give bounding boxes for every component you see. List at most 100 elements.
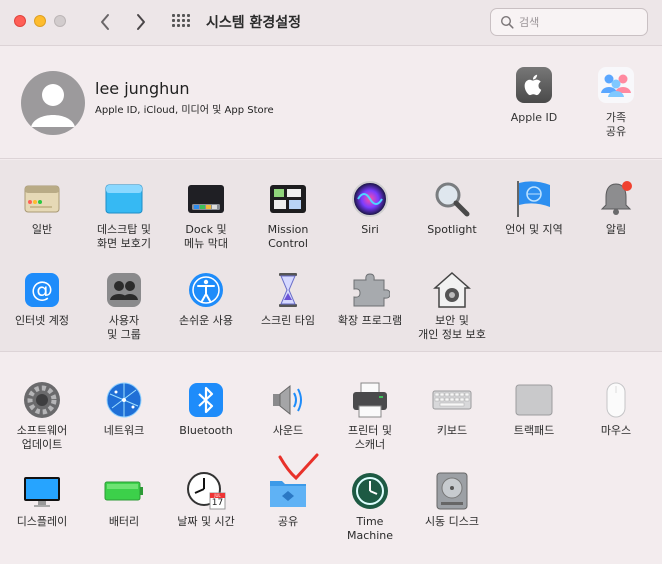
show-all-grid-button[interactable] [172, 14, 192, 30]
pref-trackpad[interactable]: 트랙패드 [494, 380, 574, 438]
pref-label: Mission Control [267, 223, 309, 250]
pref-label: 언어 및 지역 [505, 223, 563, 236]
users-icon [104, 270, 144, 310]
account-section: lee junghun Apple ID, iCloud, 미디어 및 App … [0, 47, 662, 159]
siri-icon [350, 179, 390, 219]
pref-label: 알림 [605, 223, 627, 236]
apple-id-button[interactable]: Apple ID [499, 67, 569, 125]
pref-startup-disk[interactable]: 시동 디스크 [412, 471, 492, 529]
pref-label: 사용자 및 그룹 [107, 314, 141, 341]
pref-general[interactable]: 일반 [2, 179, 82, 237]
pref-sound[interactable]: 사운드 [248, 380, 328, 438]
hourglass-icon [268, 270, 308, 310]
pref-label: Siri [361, 223, 379, 236]
pref-language-region[interactable]: 언어 및 지역 [494, 179, 574, 237]
personal-prefs-section: 일반 데스크탑 및 화면 보호기 Dock 및 메뉴 막대 Mission Co… [0, 160, 662, 352]
minimize-button[interactable] [34, 15, 46, 27]
pref-date-time[interactable]: JUL 17 날짜 및 시간 [166, 471, 246, 529]
red-check-annotation [278, 453, 319, 481]
family-sharing-button[interactable]: 가족 공유 [581, 67, 651, 139]
speaker-icon [268, 380, 308, 420]
pref-dock-menubar[interactable]: Dock 및 메뉴 막대 [166, 179, 246, 251]
pref-siri[interactable]: Siri [330, 179, 410, 237]
pref-mouse[interactable]: 마우스 [576, 380, 656, 438]
calendar-day: 17 [211, 498, 224, 508]
forward-button[interactable] [130, 10, 152, 34]
back-button[interactable] [94, 10, 116, 34]
pref-label: 키보드 [436, 424, 468, 437]
mission-control-icon [268, 179, 308, 219]
pref-security-privacy[interactable]: 보안 및 개인 정보 보호 [412, 270, 492, 342]
clock-calendar-icon: JUL 17 [186, 471, 226, 511]
pref-users-groups[interactable]: 사용자 및 그룹 [84, 270, 164, 342]
pref-label: Dock 및 메뉴 막대 [184, 223, 228, 250]
pref-bluetooth[interactable]: Bluetooth [166, 380, 246, 438]
network-globe-icon [104, 380, 144, 420]
pref-label: 스크린 타임 [260, 314, 316, 327]
pref-label: 인터넷 계정 [14, 314, 70, 327]
house-lock-icon [432, 270, 472, 310]
pref-printers-scanners[interactable]: 프린터 및 스캐너 [330, 380, 410, 452]
pref-label: 확장 프로그램 [337, 314, 403, 327]
account-subtitle: Apple ID, iCloud, 미디어 및 App Store [95, 105, 274, 116]
general-icon [22, 179, 62, 219]
pref-mission-control[interactable]: Mission Control [248, 179, 328, 251]
pref-label: 배터리 [108, 515, 140, 528]
gear-icon [22, 380, 62, 420]
family-sharing-icon [598, 67, 634, 103]
pref-label: 데스크탑 및 화면 보호기 [96, 223, 152, 250]
accessibility-icon [186, 270, 226, 310]
bell-icon [596, 179, 636, 219]
apple-id-label: Apple ID [510, 111, 558, 124]
pref-spotlight[interactable]: Spotlight [412, 179, 492, 237]
bluetooth-icon [186, 380, 226, 420]
pref-label: 프린터 및 스캐너 [348, 424, 392, 451]
pref-desktop-screensaver[interactable]: 데스크탑 및 화면 보호기 [84, 179, 164, 251]
display-icon [22, 471, 62, 511]
pref-internet-accounts[interactable]: @ 인터넷 계정 [2, 270, 82, 328]
pref-label: 보안 및 개인 정보 보호 [418, 314, 486, 341]
keyboard-icon [432, 380, 472, 420]
pref-label: 시동 디스크 [424, 515, 480, 528]
pref-software-update[interactable]: 소프트웨어 업데이트 [2, 380, 82, 452]
title-bar: 시스템 환경설정 [0, 0, 662, 46]
pref-label: Bluetooth [179, 424, 233, 437]
pref-label: 마우스 [600, 424, 632, 437]
pref-notifications[interactable]: 알림 [576, 179, 656, 237]
pref-displays[interactable]: 디스플레이 [2, 471, 82, 529]
user-silhouette-icon [31, 84, 75, 127]
trackpad-icon [514, 380, 554, 420]
pref-label: Time Machine [346, 515, 394, 542]
search-field[interactable] [490, 8, 648, 36]
pref-battery[interactable]: 배터리 [84, 471, 164, 529]
pref-label: 네트워크 [103, 424, 145, 437]
disk-icon [432, 471, 472, 511]
account-name[interactable]: lee junghun [95, 79, 190, 98]
avatar[interactable] [21, 71, 85, 135]
pref-label: 공유 [277, 515, 299, 528]
close-button[interactable] [14, 15, 26, 27]
pref-label: 손쉬운 사용 [178, 314, 234, 327]
pref-label: 트랙패드 [513, 424, 555, 437]
hardware-prefs-section: 소프트웨어 업데이트 네트워크 Bluetooth 사운드 프린터 및 스캐너 [0, 353, 662, 564]
time-machine-icon [350, 471, 390, 511]
globe-flag-icon [514, 179, 554, 219]
mouse-icon [596, 380, 636, 420]
pref-network[interactable]: 네트워크 [84, 380, 164, 438]
pref-time-machine[interactable]: Time Machine [330, 471, 410, 543]
spotlight-icon [432, 179, 472, 219]
chevron-right-icon [137, 14, 145, 30]
zoom-button[interactable] [54, 15, 66, 27]
search-input[interactable] [519, 14, 639, 31]
apple-logo-icon [516, 67, 552, 103]
chevron-left-icon [101, 14, 109, 30]
pref-extensions[interactable]: 확장 프로그램 [330, 270, 410, 328]
pref-screen-time[interactable]: 스크린 타임 [248, 270, 328, 328]
family-sharing-label: 가족 공유 [605, 111, 627, 138]
pref-keyboard[interactable]: 키보드 [412, 380, 492, 438]
pref-label: 사운드 [272, 424, 304, 437]
printer-icon [350, 380, 390, 420]
search-icon [500, 15, 514, 29]
pref-accessibility[interactable]: 손쉬운 사용 [166, 270, 246, 328]
pref-label: 디스플레이 [16, 515, 68, 528]
